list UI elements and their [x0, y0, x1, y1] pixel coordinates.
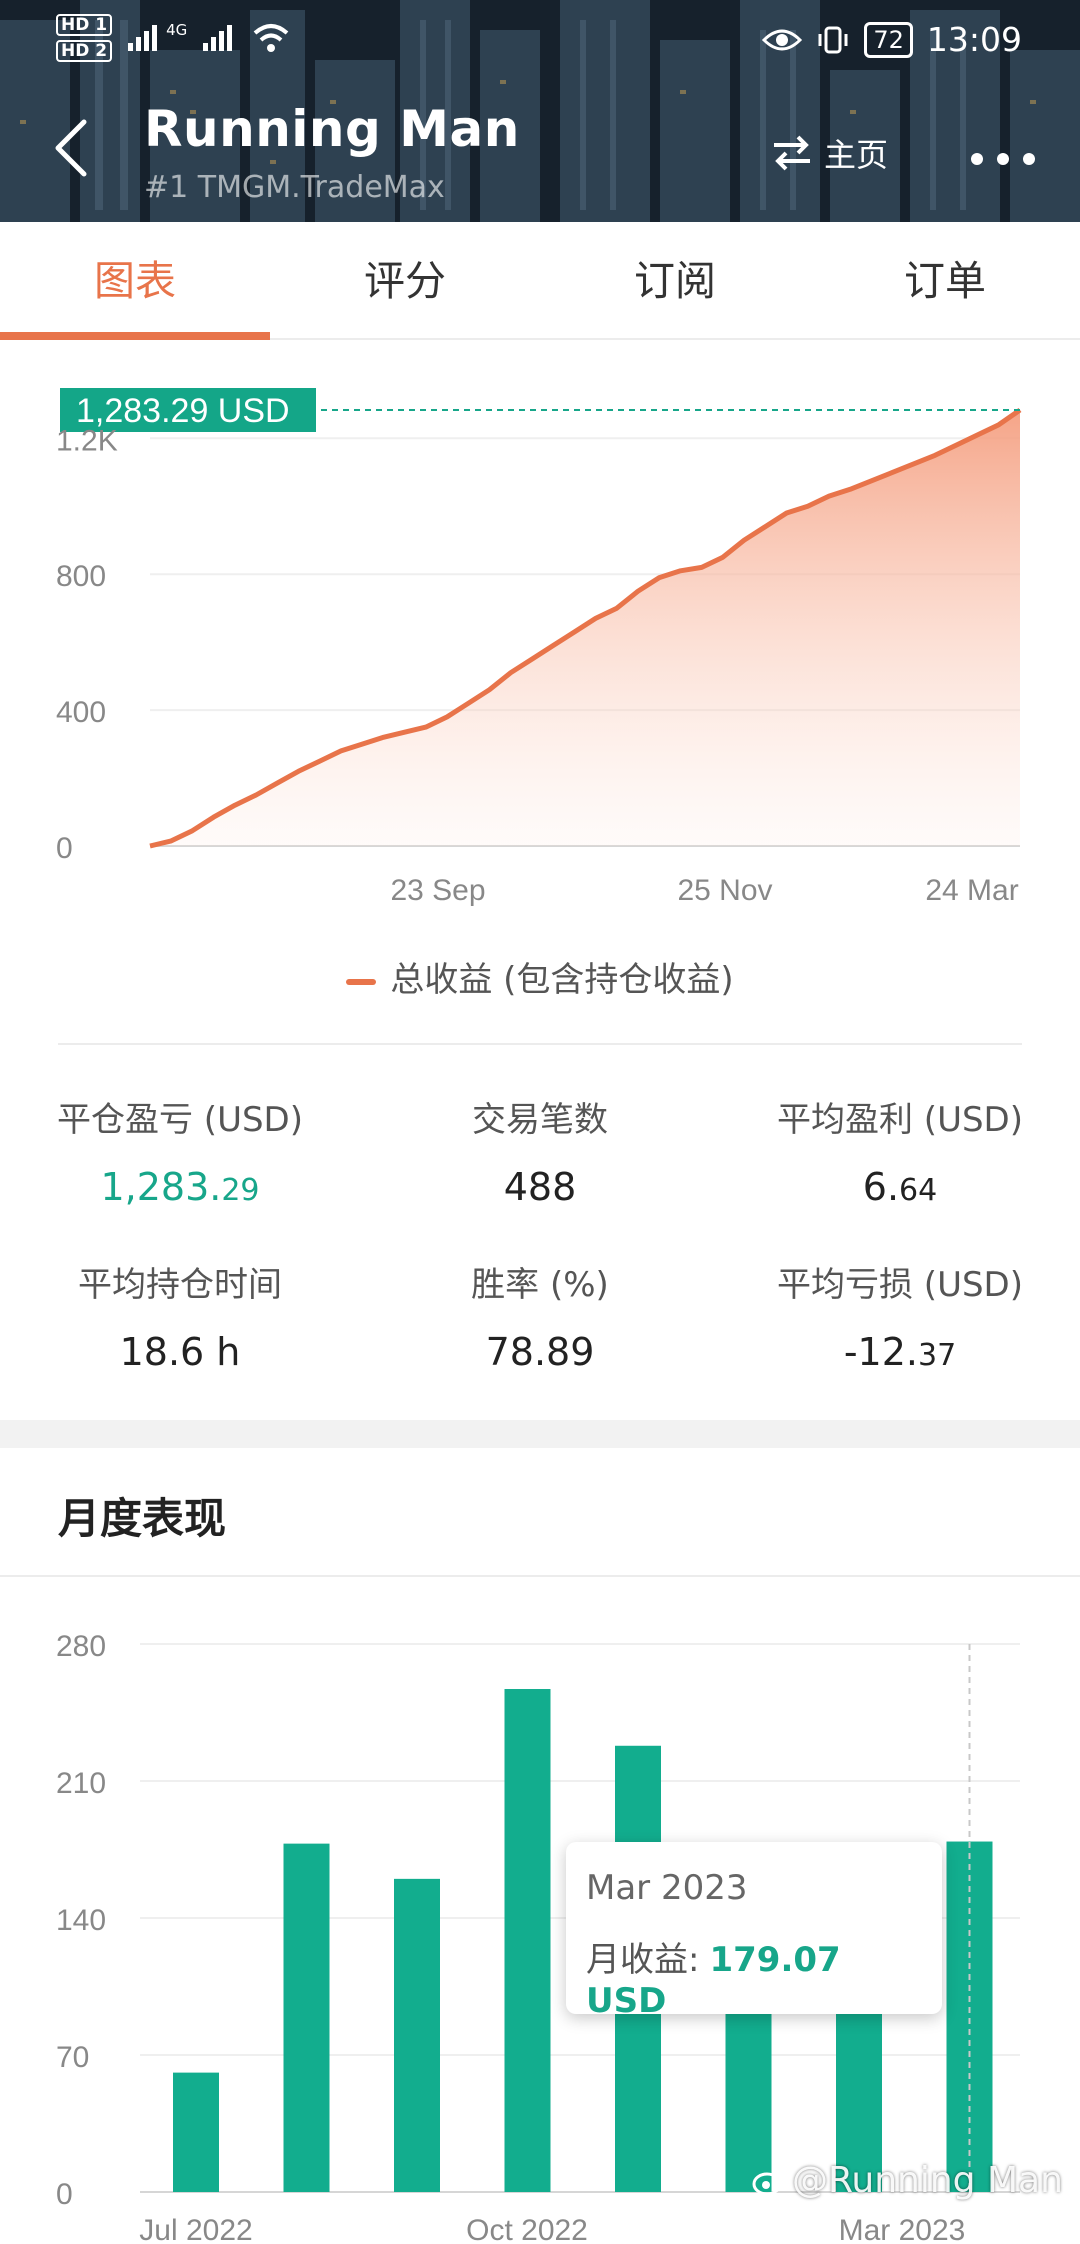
profit-line-chart[interactable]: 1,283.29 USD 04008001.2K 23 Sep 25 Nov 24 … [0, 360, 1080, 1030]
signal-icon-2 [203, 25, 233, 51]
stat-avg-loss: 平均亏损 (USD) -12.37 [720, 1257, 1080, 1374]
y-tick-label: 140 [56, 1904, 106, 1937]
header-banner: HD 1 HD 2 4G 72 13:09 Running Man #1 TMG… [0, 0, 1080, 222]
watermark: @Running Man [752, 2160, 1063, 2201]
x-tick-label: 23 Sep [390, 874, 485, 907]
stat-value-main: 1,283. [100, 1165, 222, 1209]
stat-avg-profit: 平均盈利 (USD) 6.64 [720, 1092, 1080, 1209]
divider [58, 1043, 1022, 1045]
tab-chart[interactable]: 图表 [0, 222, 270, 340]
tab-rating[interactable]: 评分 [270, 222, 540, 338]
hd-1-label: HD 1 [56, 14, 113, 36]
swap-icon [774, 135, 810, 171]
stat-value: 78.89 [360, 1330, 720, 1374]
broker-subtitle: #1 TMGM.TradeMax [144, 170, 445, 205]
stat-value: 6.64 [720, 1165, 1080, 1209]
stat-win-rate: 胜率 (%) 78.89 [360, 1257, 720, 1374]
x-tick-label: Mar 2023 [839, 2214, 966, 2244]
x-tick-label: Jul 2022 [139, 2214, 252, 2244]
hd-2-label: HD 2 [56, 40, 113, 62]
x-tick-label: Oct 2022 [466, 2214, 588, 2244]
clock: 13:09 [926, 20, 1022, 59]
stat-closed-pnl: 平仓盈亏 (USD) 1,283.29 [0, 1092, 360, 1209]
stat-value-main: 78.89 [485, 1330, 595, 1374]
stat-value: 1,283.29 [0, 1165, 360, 1209]
month-bar[interactable] [173, 2072, 219, 2192]
y-tick-label: 210 [56, 1767, 106, 1800]
stat-value-main: 6. [862, 1165, 900, 1209]
y-tick-label: 400 [56, 696, 106, 729]
stat-label: 平均持仓时间 [78, 1265, 282, 1305]
stat-value-main: 488 [503, 1165, 577, 1209]
monthly-performance-title: 月度表现 [58, 1494, 227, 1543]
stat-value: 18.6 h [0, 1330, 360, 1374]
stat-value-decimals: 64 [899, 1173, 938, 1208]
stat-label: 交易笔数 [472, 1100, 608, 1140]
tooltip-label: 月收益: [586, 1940, 700, 1980]
tooltip-month: Mar 2023 [586, 1868, 748, 1908]
watermark-label: @Running Man [792, 2160, 1063, 2201]
x-tick-label: 24 Mar [925, 874, 1018, 907]
month-bar[interactable] [504, 1689, 551, 2192]
month-bar[interactable] [283, 1843, 330, 2192]
home-button[interactable]: 主页 [772, 130, 888, 176]
bar-tooltip: Mar 2023 月收益: 179.07 USD [566, 1842, 942, 2021]
network-type-label: 4G [166, 21, 188, 39]
x-tick-label: 25 Nov [677, 874, 772, 907]
divider [0, 1575, 1080, 1577]
tooltip-row: 月收益: 179.07 USD [586, 1932, 922, 2021]
month-bar[interactable] [394, 1878, 440, 2192]
back-arrow-icon[interactable] [50, 118, 90, 178]
stat-value-decimals: 37 [917, 1338, 957, 1373]
page-title: Running Man [144, 100, 520, 158]
section-separator [0, 1420, 1080, 1448]
line-chart-legend: 总收益 (包含持仓收益) [0, 952, 1080, 1001]
weibo-icon [752, 2166, 785, 2195]
wifi-icon [253, 24, 289, 52]
home-button-label: 主页 [824, 136, 889, 174]
more-options-icon[interactable] [970, 152, 1036, 166]
y-tick-label: 70 [56, 2041, 89, 2074]
stat-value: -12.37 [720, 1330, 1080, 1374]
tab-subscribe[interactable]: 订阅 [540, 222, 810, 338]
legend-label: 总收益 (包含持仓收益) [390, 960, 734, 1000]
stat-value: 488 [360, 1165, 720, 1209]
battery-indicator: 72 [864, 21, 913, 58]
legend-swatch [346, 978, 377, 985]
hd-indicator: HD 1 HD 2 [56, 14, 113, 62]
status-bar: HD 1 HD 2 4G 72 13:09 [0, 14, 1080, 70]
y-tick-label: 280 [56, 1630, 106, 1663]
tab-bar: 图表 评分 订阅 订单 [0, 222, 1080, 340]
stat-avg-hold-time: 平均持仓时间 18.6 h [0, 1257, 360, 1374]
stat-value-main: 18.6 h [119, 1330, 241, 1374]
stat-label: 胜率 (%) [471, 1265, 609, 1305]
y-tick-label: 0 [56, 832, 73, 865]
tab-orders[interactable]: 订单 [810, 222, 1080, 338]
stat-label: 平均亏损 (USD) [777, 1265, 1023, 1305]
vibrate-icon [818, 26, 848, 53]
stat-label: 平均盈利 (USD) [777, 1100, 1023, 1140]
stat-value-main: -12. [843, 1330, 918, 1374]
signal-icon [128, 25, 158, 51]
stat-value-decimals: 29 [221, 1173, 260, 1208]
stat-label: 平仓盈亏 (USD) [57, 1100, 303, 1140]
stat-trade-count: 交易笔数 488 [360, 1092, 720, 1209]
y-tick-label: 1.2K [56, 424, 118, 457]
y-tick-label: 800 [56, 560, 106, 593]
y-tick-label: 0 [56, 2178, 73, 2211]
eye-icon [762, 29, 803, 50]
